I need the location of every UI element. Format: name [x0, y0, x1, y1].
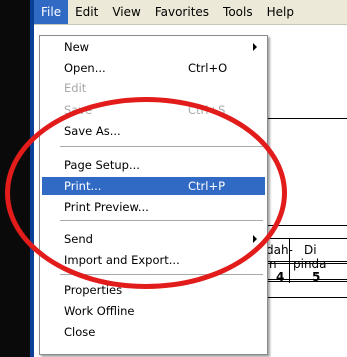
menu-item-page-setup[interactable]: Page Setup... [42, 156, 265, 174]
menu-item-print-preview[interactable]: Print Preview... [42, 198, 265, 216]
menu-item-save-as[interactable]: Save As... [42, 122, 265, 140]
doc-cell: pinda [293, 257, 327, 271]
menu-item-open[interactable]: Open... Ctrl+O [42, 59, 265, 77]
doc-rule [264, 118, 347, 119]
file-menu-dropdown: New Open... Ctrl+O Edit Save Ctrl+S Save… [39, 35, 268, 355]
menu-item-close[interactable]: Close [42, 323, 265, 341]
menu-item-properties[interactable]: Properties [42, 281, 265, 299]
menu-file[interactable]: File [34, 0, 69, 24]
doc-cell: dah- [266, 243, 293, 257]
menu-item-save: Save Ctrl+S [64, 103, 226, 117]
doc-cell-number: 5 [312, 270, 321, 284]
menu-help[interactable]: Help [260, 0, 301, 24]
menu-item-new[interactable]: New [42, 38, 265, 56]
submenu-arrow-icon [253, 235, 257, 243]
menu-favorites[interactable]: Favorites [148, 0, 216, 24]
menu-item-work-offline[interactable]: Work Offline [42, 302, 265, 320]
menu-item-import-export[interactable]: Import and Export... [42, 251, 265, 269]
menu-separator [60, 220, 263, 221]
menu-item-print[interactable]: Print... Ctrl+P [42, 177, 265, 195]
doc-rule [264, 238, 347, 239]
doc-cell: n [269, 257, 277, 271]
menu-separator [60, 146, 263, 147]
doc-cell: Di [304, 243, 317, 257]
doc-rule [264, 225, 347, 226]
menu-edit[interactable]: Edit [68, 0, 105, 24]
menu-separator [60, 274, 263, 275]
menu-item-edit: Edit [64, 81, 87, 95]
menu-item-send[interactable]: Send [42, 230, 265, 248]
submenu-arrow-icon [253, 43, 257, 51]
menu-tools[interactable]: Tools [216, 0, 260, 24]
doc-rule [264, 297, 347, 298]
doc-cell-number: 4 [276, 270, 285, 284]
window-left-edge [0, 0, 34, 357]
menu-view[interactable]: View [105, 0, 147, 24]
menu-bar: File Edit View Favorites Tools Help [34, 0, 347, 25]
